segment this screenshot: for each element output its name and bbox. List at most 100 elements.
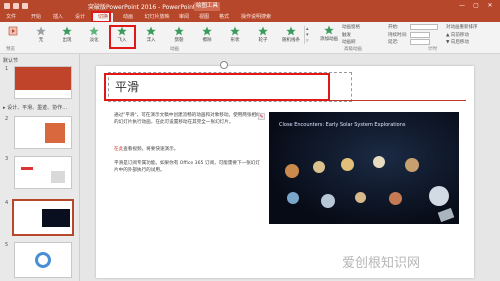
effect-split[interactable]: 劈裂 bbox=[168, 24, 190, 46]
effect-none-label: 无 bbox=[38, 38, 44, 43]
star-gray-icon bbox=[36, 26, 46, 36]
planet-icon bbox=[321, 194, 335, 208]
planet-icon bbox=[389, 192, 402, 205]
effect-wheel[interactable]: 轮子 bbox=[252, 24, 274, 46]
star-green-icon bbox=[202, 26, 212, 36]
tab-design[interactable]: 设计 bbox=[70, 13, 90, 22]
gallery-scroll[interactable]: ▴ ▾ ▿ bbox=[304, 26, 309, 44]
add-star-icon bbox=[324, 25, 334, 35]
tell-me-search[interactable]: 操作说明搜索 bbox=[236, 13, 276, 22]
paragraph-2-text: 查看视频，将要快速演示。 bbox=[123, 147, 179, 152]
effect-random-bars[interactable]: 随机线条 bbox=[280, 24, 302, 46]
star-green-icon bbox=[174, 26, 184, 36]
title-highlight-box bbox=[104, 73, 330, 101]
animation-painter-button[interactable]: 动画刷 bbox=[342, 39, 356, 45]
planet-icon bbox=[429, 186, 449, 206]
save-icon[interactable] bbox=[4, 3, 10, 9]
paragraph-3[interactable]: 平滑是订阅专属功能。如果你有 Office 365 订阅，可能需要下一张幻灯片中… bbox=[114, 160, 264, 174]
effect-fade-label: 淡化 bbox=[89, 38, 99, 43]
tab-home[interactable]: 开始 bbox=[26, 13, 46, 22]
slide-thumb-5[interactable] bbox=[14, 242, 72, 278]
slide-thumb-2[interactable] bbox=[14, 116, 72, 149]
slide-number: 5 bbox=[5, 242, 9, 248]
thumb-red-mark bbox=[21, 167, 33, 170]
slide-thumb-3[interactable] bbox=[14, 156, 72, 189]
star-green-icon bbox=[89, 26, 99, 36]
star-green-icon bbox=[286, 26, 296, 36]
thumb-title-block bbox=[15, 67, 71, 90]
slide-thumb-1[interactable] bbox=[14, 66, 72, 99]
duration-field[interactable] bbox=[410, 32, 430, 38]
media-tag-icon[interactable]: ✎ bbox=[258, 113, 265, 120]
effect-wipe-label: 擦除 bbox=[202, 38, 212, 43]
timing-group-label: 计时 bbox=[428, 47, 437, 52]
slide-number: 1 bbox=[5, 66, 9, 72]
effect-shape[interactable]: 形状 bbox=[224, 24, 246, 46]
window-title: 突破版PowerPoint 2016 - PowerPoint bbox=[88, 4, 196, 11]
paragraph-2-link[interactable]: 在此 bbox=[114, 147, 123, 152]
delay-field[interactable] bbox=[410, 39, 430, 45]
tab-animations[interactable]: 动画 bbox=[118, 13, 138, 22]
rotate-handle-icon[interactable] bbox=[220, 61, 228, 69]
add-animation-label: 添加动画 bbox=[320, 37, 338, 42]
move-later-button[interactable]: ▼ 向后移动 bbox=[446, 39, 469, 45]
delay-label: 延迟: bbox=[388, 40, 399, 45]
satellite-icon bbox=[437, 207, 455, 223]
preview-icon bbox=[8, 26, 18, 36]
preview-button[interactable] bbox=[2, 24, 24, 46]
tab-review[interactable]: 审阅 bbox=[175, 13, 193, 22]
fly-in-highlight-box bbox=[109, 25, 136, 49]
star-green-icon bbox=[62, 26, 72, 36]
slide-number: 3 bbox=[5, 156, 9, 162]
minimize-button[interactable]: — bbox=[458, 2, 466, 9]
duration-label: 持续时间: bbox=[388, 33, 408, 38]
tab-slideshow[interactable]: 幻灯片放映 bbox=[141, 13, 173, 22]
close-button[interactable]: ✕ bbox=[486, 2, 494, 9]
planet-icon bbox=[285, 164, 299, 178]
effect-none[interactable]: 无 bbox=[30, 24, 52, 46]
animation-group-label: 动画 bbox=[170, 47, 179, 52]
star-green-icon bbox=[146, 26, 156, 36]
effect-split-label: 劈裂 bbox=[174, 38, 184, 43]
picture-caption: Close Encounters: Early Solar System Exp… bbox=[279, 122, 406, 128]
drawing-tools-context-label: 绘图工具 bbox=[194, 2, 220, 11]
paragraph-1[interactable]: 通过"平滑"，可在演示文稿中创建流畅的动画和对象移动。使用两张相似的幻灯片执行动… bbox=[114, 112, 264, 126]
slides-panel: 默认节 1 ▸ 设计、平滑、墨迹、协作… 2 3 4 5 bbox=[0, 54, 80, 281]
effect-wipe[interactable]: 擦除 bbox=[196, 24, 218, 46]
tab-insert[interactable]: 插入 bbox=[48, 13, 68, 22]
thumb-image bbox=[45, 123, 65, 143]
move-earlier-button[interactable]: ▲ 向前移动 bbox=[446, 32, 469, 38]
effect-float-in[interactable]: 浮入 bbox=[140, 24, 162, 46]
effect-appear-label: 出现 bbox=[62, 38, 72, 43]
trigger-button[interactable]: 触发 bbox=[342, 32, 351, 38]
tab-view[interactable]: 视图 bbox=[195, 13, 213, 22]
section-default[interactable]: 默认节 bbox=[3, 57, 18, 64]
planet-icon bbox=[373, 156, 385, 168]
effect-appear[interactable]: 出现 bbox=[56, 24, 78, 46]
paragraph-2[interactable]: 在此查看视频，将要快速演示。 bbox=[114, 146, 264, 153]
planet-icon bbox=[313, 161, 325, 173]
effect-fade[interactable]: 淡化 bbox=[83, 24, 105, 46]
start-select[interactable] bbox=[410, 24, 438, 30]
planet-icon bbox=[341, 158, 354, 171]
start-label: 开始: bbox=[388, 25, 399, 30]
section-2[interactable]: ▸ 设计、平滑、墨迹、协作… bbox=[3, 104, 67, 111]
maximize-button[interactable]: ▢ bbox=[472, 2, 480, 9]
advanced-group-label: 高级动画 bbox=[344, 47, 362, 52]
preview-group-label: 预览 bbox=[6, 47, 15, 52]
tab-file[interactable]: 文件 bbox=[2, 13, 20, 22]
watermark: 爱创根知识网 bbox=[342, 256, 421, 271]
add-animation-button[interactable]: 添加动画 bbox=[318, 24, 340, 46]
slide-number: 2 bbox=[5, 116, 9, 122]
undo-icon[interactable] bbox=[13, 3, 19, 9]
tab-format[interactable]: 格式 bbox=[215, 13, 233, 22]
animation-pane-button[interactable]: 动画窗格 bbox=[342, 24, 360, 30]
slide-thumb-4-selected[interactable] bbox=[12, 199, 74, 236]
thumb-donut bbox=[35, 252, 51, 268]
solar-system-picture[interactable]: Close Encounters: Early Solar System Exp… bbox=[269, 112, 459, 224]
redo-icon[interactable] bbox=[22, 3, 28, 9]
reorder-label: 对动画重新排序 bbox=[446, 25, 478, 30]
thumb-image bbox=[51, 171, 65, 183]
effect-shape-label: 形状 bbox=[230, 38, 240, 43]
star-green-icon bbox=[230, 26, 240, 36]
